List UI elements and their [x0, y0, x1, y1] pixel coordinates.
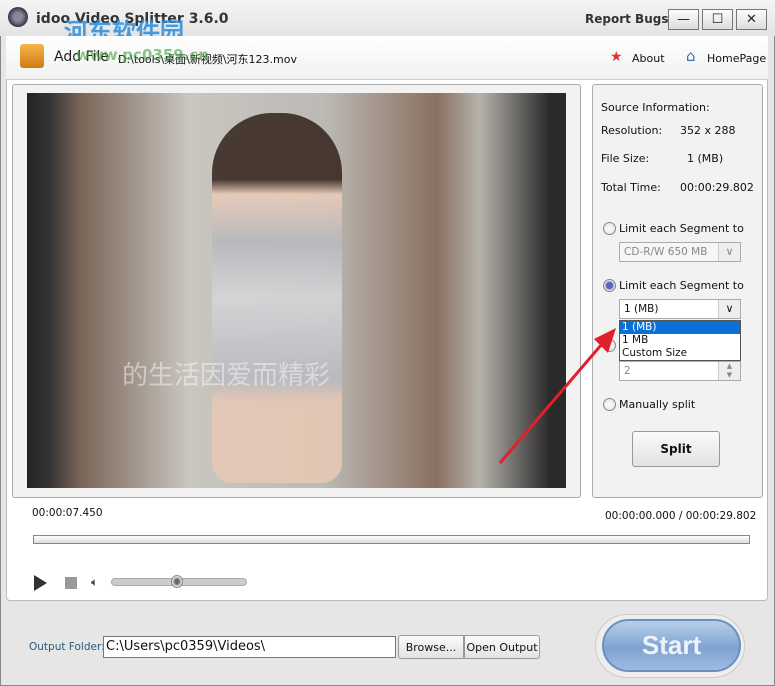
- size-select[interactable]: 1 (MB) ∨: [619, 299, 741, 319]
- volume-icon[interactable]: 🔈︎: [91, 575, 98, 590]
- filesize-label: File Size:: [601, 152, 650, 165]
- homepage-link[interactable]: HomePage: [707, 52, 766, 65]
- limit-size-radio[interactable]: [603, 279, 616, 292]
- dropdown-option[interactable]: 1 (MB): [620, 321, 740, 334]
- open-output-button[interactable]: Open Output: [464, 635, 540, 659]
- manual-split-label: Manually split: [619, 398, 696, 411]
- chevron-down-icon[interactable]: ∨: [718, 243, 740, 261]
- current-time: 00:00:07.450: [32, 507, 103, 519]
- resolution-value: 352 x 288: [680, 124, 736, 137]
- toolbar: Add File D:\tools\桌面\新视频\河东123.mov www.p…: [6, 36, 768, 80]
- position-time: 00:00:00.000 / 00:00:29.802: [605, 510, 757, 522]
- size-dropdown-list: 1 (MB) 1 MB Custom Size: [619, 320, 741, 361]
- preset-value: CD-R/W 650 MB: [624, 246, 708, 258]
- close-button[interactable]: ✕: [736, 9, 767, 30]
- seek-bar[interactable]: [33, 535, 750, 544]
- dropdown-option[interactable]: 1 MB: [620, 334, 740, 347]
- stop-icon[interactable]: [65, 577, 77, 589]
- output-folder-input[interactable]: C:\Users\pc0359\Videos\: [103, 636, 396, 658]
- limit-size-label: Limit each Segment to: [619, 279, 744, 292]
- split-button[interactable]: Split: [632, 431, 720, 467]
- add-file-icon[interactable]: [20, 44, 44, 68]
- video-preview: 的生活因爱而精彩: [27, 93, 566, 488]
- limit-preset-radio[interactable]: [603, 222, 616, 235]
- spinner-arrows-icon[interactable]: ▲ ▼: [718, 362, 740, 380]
- start-button[interactable]: Start: [602, 619, 741, 672]
- video-subtitle: 的生活因爱而精彩: [122, 361, 331, 391]
- dropdown-option[interactable]: Custom Size: [620, 347, 740, 360]
- about-icon[interactable]: ★: [610, 49, 623, 65]
- watermark-url: www.pc0359.cn: [76, 46, 209, 64]
- total-time-value: 00:00:29.802: [680, 181, 754, 194]
- size-value: 1 (MB): [624, 303, 659, 315]
- play-icon[interactable]: [34, 575, 47, 591]
- output-folder-label: Output Folder:: [29, 641, 105, 653]
- resolution-label: Resolution:: [601, 124, 663, 137]
- source-heading: Source Information:: [601, 101, 710, 114]
- maximize-button[interactable]: ☐: [702, 9, 733, 30]
- minimize-button[interactable]: —: [668, 9, 699, 30]
- title-bar: idoo Video Splitter 3.6.0 河东软件园 Report B…: [0, 0, 775, 46]
- video-person: [212, 113, 342, 483]
- about-link[interactable]: About: [632, 52, 665, 65]
- limit-preset-label: Limit each Segment to: [619, 222, 744, 235]
- preset-select[interactable]: CD-R/W 650 MB ∨: [619, 242, 741, 262]
- annotation-arrow: [498, 328, 616, 464]
- total-time-label: Total Time:: [601, 181, 661, 194]
- volume-thumb[interactable]: [171, 575, 183, 588]
- home-icon[interactable]: ⌂: [686, 47, 696, 65]
- filesize-value: 1 (MB): [687, 152, 724, 165]
- report-bugs-link[interactable]: Report Bugs: [585, 12, 668, 26]
- chevron-down-icon[interactable]: ∨: [718, 300, 740, 318]
- browse-button[interactable]: Browse...: [398, 635, 464, 659]
- segment-count-spinner[interactable]: 2 ▲ ▼: [619, 361, 741, 381]
- app-logo-icon: [8, 7, 28, 27]
